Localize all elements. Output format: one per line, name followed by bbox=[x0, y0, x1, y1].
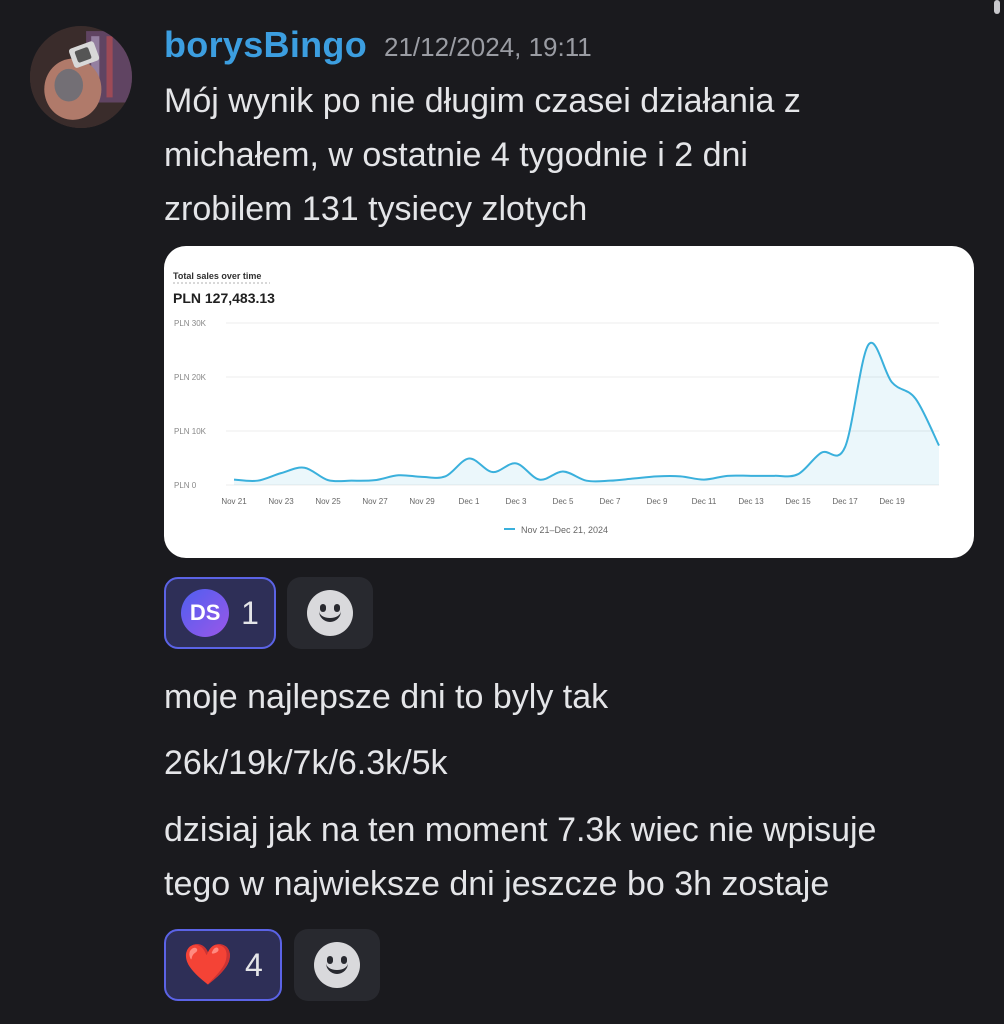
smiley-icon bbox=[314, 942, 360, 988]
message-text-line: tego w najwieksze dni jeszcze bo 3h zost… bbox=[164, 865, 830, 903]
reaction-ds[interactable]: DS 1 bbox=[164, 577, 276, 649]
x-tick-label: Dec 5 bbox=[553, 497, 574, 506]
chart-y-ticks: PLN 0 PLN 10K PLN 20K PLN 30K bbox=[174, 319, 207, 490]
message-text-line: zrobilem 131 tysiecy zlotych bbox=[164, 190, 588, 228]
message-text-line: dzisiaj jak na ten moment 7.3k wiec nie … bbox=[164, 811, 877, 849]
chart-x-ticks: Nov 21 Nov 23 Nov 25 Nov 27 Nov 29 Dec 1 Dec 3… bbox=[221, 497, 905, 506]
x-tick-label: Dec 11 bbox=[692, 497, 717, 506]
legend-label: Nov 21–Dec 21, 2024 bbox=[521, 525, 608, 535]
message-text-line: michałem, w ostatnie 4 tygodnie i 2 dni bbox=[164, 136, 748, 174]
reaction-count: 4 bbox=[245, 946, 263, 983]
add-reaction-button[interactable] bbox=[287, 577, 373, 649]
x-tick-label: Dec 13 bbox=[738, 497, 764, 506]
x-tick-label: Nov 23 bbox=[268, 497, 294, 506]
x-tick-label: Nov 25 bbox=[315, 497, 341, 506]
y-tick-label: PLN 10K bbox=[174, 427, 207, 436]
scrollbar[interactable] bbox=[994, 0, 1000, 14]
x-tick-label: Dec 15 bbox=[785, 497, 811, 506]
message-text-line: 26k/19k/7k/6.3k/5k bbox=[164, 744, 448, 782]
x-tick-label: Nov 29 bbox=[409, 497, 435, 506]
y-tick-label: PLN 20K bbox=[174, 373, 207, 382]
x-tick-label: Dec 7 bbox=[600, 497, 621, 506]
ds-badge-icon: DS bbox=[181, 589, 230, 637]
y-tick-label: PLN 30K bbox=[174, 319, 207, 328]
user-avatar[interactable] bbox=[30, 26, 132, 128]
chart-title: Total sales over time bbox=[173, 271, 261, 281]
avatar-image bbox=[30, 26, 132, 128]
reaction-heart[interactable]: ❤️ 4 bbox=[164, 929, 282, 1001]
x-tick-label: Nov 27 bbox=[362, 497, 388, 506]
x-tick-label: Dec 17 bbox=[832, 497, 858, 506]
chart-total: PLN 127,483.13 bbox=[173, 290, 275, 306]
sales-chart: Total sales over time PLN 127,483.13 PLN… bbox=[173, 271, 940, 535]
x-tick-label: Dec 19 bbox=[879, 497, 905, 506]
smiley-icon bbox=[307, 590, 353, 636]
x-tick-label: Nov 21 bbox=[221, 497, 247, 506]
chart-attachment[interactable]: Total sales over time PLN 127,483.13 PLN… bbox=[164, 246, 974, 558]
message-text-line: Mój wynik po nie długim czasei działania… bbox=[164, 82, 801, 120]
reaction-count: 1 bbox=[241, 594, 259, 631]
message-author[interactable]: borysBingo bbox=[164, 24, 367, 66]
message-text-line: moje najlepsze dni to byly tak bbox=[164, 678, 609, 716]
message-timestamp: 21/12/2024, 19:11 bbox=[384, 32, 592, 62]
x-tick-label: Dec 1 bbox=[459, 497, 480, 506]
add-reaction-button[interactable] bbox=[294, 929, 380, 1001]
y-tick-label: PLN 0 bbox=[174, 481, 197, 490]
x-tick-label: Dec 3 bbox=[506, 497, 527, 506]
x-tick-label: Dec 9 bbox=[647, 497, 668, 506]
series-area bbox=[234, 342, 939, 485]
heart-icon: ❤️ bbox=[183, 943, 233, 987]
